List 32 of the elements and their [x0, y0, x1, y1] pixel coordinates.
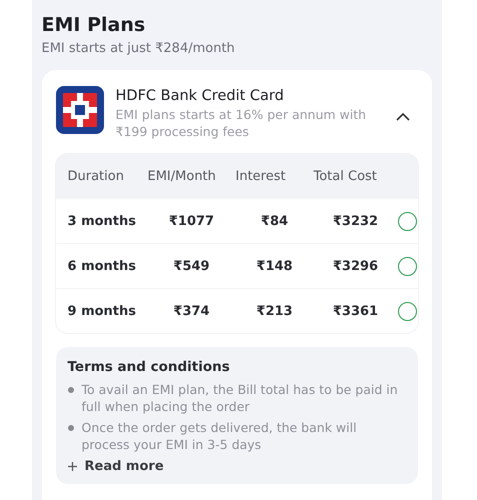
table-cell-text: ₹3232	[332, 214, 380, 228]
column-header: Duration	[68, 168, 125, 184]
column-header: EMI/Month	[148, 168, 217, 184]
table-cell-text: ₹3296	[332, 258, 380, 274]
terms-item: Once the order gets delivered, the bank will process your EMI in 3-5 days	[82, 419, 358, 453]
table-cell-text: ₹213	[255, 304, 294, 318]
bank-description: EMI plans starts at 16% per annum with ₹199 processing fees	[116, 106, 368, 140]
table-cell-text: ₹84	[260, 214, 290, 228]
table-cell-text: 3 months	[68, 214, 138, 228]
column-header: Interest	[236, 168, 287, 184]
column-header: Total Cost	[314, 168, 378, 184]
terms-item: To avail an EMI plan, the Bill total has to be paid in full when placing the order	[82, 381, 399, 415]
plus-icon	[68, 462, 76, 471]
table-cell-text: ₹3361	[332, 304, 380, 318]
terms-title: Terms and conditions	[68, 359, 231, 375]
section-title: EMI Plans	[42, 14, 146, 36]
table-cell-text: ₹374	[172, 304, 211, 318]
bank-logo-icon	[56, 86, 104, 134]
table-cell-text: ₹1077	[168, 214, 216, 228]
table-cell-text: ₹549	[172, 258, 211, 274]
radio-button[interactable]	[398, 302, 416, 320]
caret-icon[interactable]	[396, 112, 410, 121]
bullet-icon	[68, 387, 74, 393]
bullet-icon	[68, 425, 74, 431]
radio-button[interactable]	[398, 256, 416, 276]
table-cell-text: 9 months	[68, 304, 138, 318]
table-cell-text: 6 months	[68, 258, 138, 274]
read-more-link[interactable]: Read more	[68, 459, 406, 474]
radio-button[interactable]	[398, 212, 416, 230]
bank-name: HDFC Bank Credit Card	[116, 88, 285, 104]
section-subtitle: EMI starts at just ₹284/month	[42, 41, 236, 56]
table-cell-text: ₹148	[255, 258, 294, 274]
